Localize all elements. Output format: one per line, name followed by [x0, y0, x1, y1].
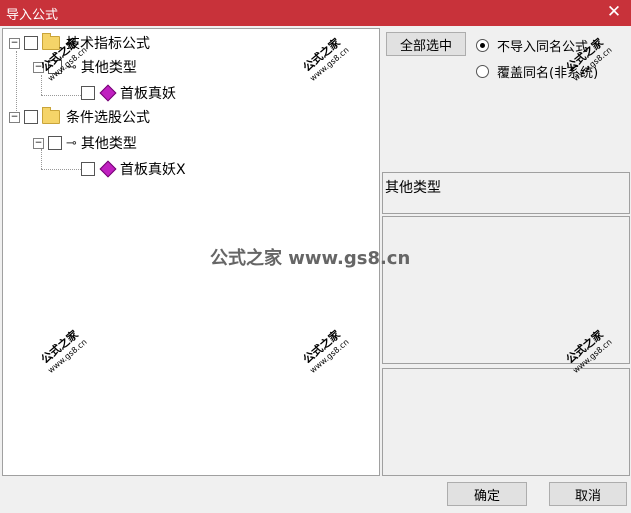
- cancel-button[interactable]: 取消: [549, 482, 627, 506]
- tree-item-label: 条件选股公式: [66, 110, 150, 126]
- close-icon[interactable]: ✕: [605, 2, 623, 22]
- title-bar: 导入公式 ✕: [0, 0, 631, 26]
- tree-checkbox[interactable]: [24, 36, 38, 50]
- tree-item[interactable]: − ⊸ 其他类型: [33, 133, 137, 153]
- select-all-button[interactable]: 全部选中: [386, 32, 466, 56]
- radio-icon[interactable]: [476, 65, 489, 78]
- tree-item[interactable]: 首板真妖X: [81, 159, 186, 179]
- tree-item-label: 其他类型: [80, 136, 137, 152]
- tree-checkbox[interactable]: [81, 86, 95, 100]
- formula-icon: [99, 160, 117, 178]
- radio-label: 不导入同名公式: [497, 40, 589, 55]
- category-panel: 其他类型: [382, 172, 630, 214]
- tree-checkbox[interactable]: [24, 110, 38, 124]
- center-watermark: 公式之家 www.gs8.cn: [210, 248, 411, 269]
- key-icon: ⊸: [66, 135, 77, 151]
- collapse-icon[interactable]: −: [9, 37, 20, 49]
- collapse-icon[interactable]: −: [33, 137, 44, 149]
- tree-checkbox[interactable]: [48, 136, 62, 150]
- tree-item-label: 首板真妖X: [120, 162, 186, 178]
- radio-selected-dot: [480, 43, 485, 48]
- tree-item-label: 其他类型: [80, 60, 137, 76]
- collapse-icon[interactable]: −: [9, 111, 20, 123]
- tree-item[interactable]: − 条件选股公式: [9, 107, 150, 127]
- tree-connector: [41, 95, 85, 96]
- formula-icon: [99, 84, 117, 102]
- tree-checkbox[interactable]: [81, 162, 95, 176]
- tree-item[interactable]: 首板真妖: [81, 83, 176, 103]
- radio-icon[interactable]: [476, 39, 489, 52]
- tree-item-label: 首板真妖: [120, 86, 176, 102]
- parameters-panel: [382, 368, 630, 476]
- tree-connector: [41, 169, 85, 170]
- skip-same-name-radio[interactable]: 不导入同名公式: [476, 36, 588, 55]
- ok-button[interactable]: 确定: [447, 482, 527, 506]
- tree-connector: [41, 75, 42, 95]
- folder-icon: [42, 107, 60, 124]
- window-title: 导入公式: [6, 8, 59, 23]
- category-label: 其他类型: [385, 180, 441, 196]
